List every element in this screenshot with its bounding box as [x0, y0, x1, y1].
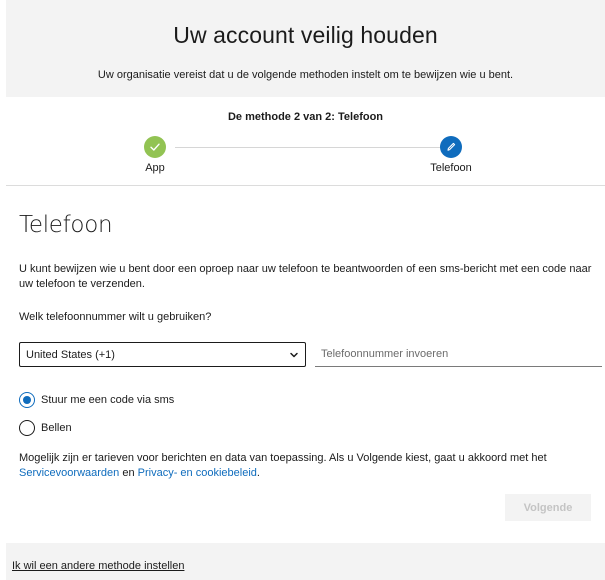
privacy-link[interactable]: Privacy- en cookiebeleid [138, 467, 257, 479]
notice-end: . [256, 467, 260, 479]
country-code-value: United States (+1) [26, 348, 115, 361]
section-title: Telefoon [19, 212, 113, 238]
step-completed-badge [144, 136, 166, 158]
pencil-icon [447, 142, 456, 151]
progress-stepper: De methode 2 van 2: Telefoon App Telefoo… [6, 97, 605, 186]
step-active-badge [440, 136, 462, 158]
radio-button-sms[interactable] [19, 392, 35, 408]
progress-line [175, 147, 441, 148]
step-label-telefoon: Telefoon [430, 162, 472, 174]
checkmark-icon [150, 143, 160, 151]
next-button[interactable]: Volgende [505, 494, 591, 521]
phone-number-input[interactable]: Telefoonnummer invoeren [315, 342, 602, 367]
terms-link[interactable]: Servicevoorwaarden [19, 467, 119, 479]
rates-notice-text: Mogelijk zijn er tarieven voor berichten… [19, 452, 547, 464]
radio-option-call[interactable]: Bellen [19, 420, 72, 436]
radio-label-call: Bellen [41, 422, 72, 434]
step-caption: De methode 2 van 2: Telefoon [227, 111, 384, 123]
radio-label-sms: Stuur me een code via sms [41, 394, 175, 406]
section-description: U kunt bewijzen wie u bent door een opro… [19, 263, 592, 290]
radio-button-call[interactable] [19, 420, 35, 436]
phone-question-label: Welk telefoonnummer wilt u gebruiken? [19, 311, 212, 323]
conjunction-text: en [122, 467, 135, 479]
radio-selected-dot [23, 396, 31, 404]
page-title: Uw account veilig houden [173, 22, 438, 48]
page-header: Uw account veilig houden Uw organisatie … [6, 0, 605, 97]
phone-number-placeholder: Telefoonnummer invoeren [321, 348, 449, 360]
other-method-link[interactable]: Ik wil een andere methode instellen [12, 560, 184, 572]
country-code-select[interactable]: United States (+1) [19, 342, 306, 367]
step-label-app: App [145, 162, 165, 174]
radio-option-sms[interactable]: Stuur me een code via sms [19, 392, 174, 408]
page-subtitle: Uw organisatie vereist dat u de volgende… [97, 69, 514, 81]
footer-bar: Ik wil een andere methode instellen [6, 543, 605, 580]
chevron-down-icon [290, 352, 298, 357]
rates-notice: Mogelijk zijn er tarieven voor berichten… [19, 451, 599, 481]
